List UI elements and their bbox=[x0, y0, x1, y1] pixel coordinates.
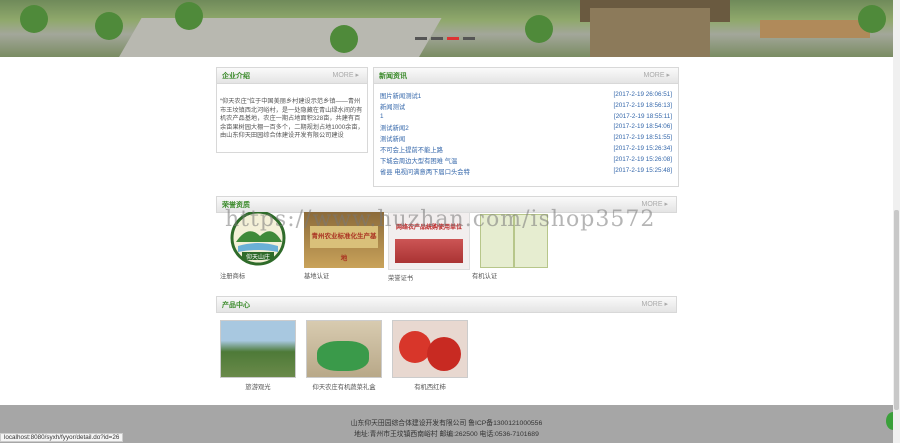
more-link[interactable]: MORE ▸ bbox=[644, 71, 670, 79]
product-item[interactable]: 旅游观光 bbox=[220, 320, 296, 391]
footer-company: 山东仰天田园综合体建设开发有限公司 鲁ICP备1300121000556 bbox=[350, 420, 543, 427]
honor-caption: 注册商标 bbox=[220, 273, 246, 280]
product-image[interactable] bbox=[220, 320, 296, 378]
banner-tree bbox=[175, 2, 203, 30]
news-item[interactable]: 下城会周边大型有困难 气温 [2017-2-19 15:26:08] bbox=[380, 156, 672, 167]
products-section: 产品中心 MORE ▸ 旅游观光 仰天农庄有机蔬菜礼盒 有机西红柿 bbox=[216, 296, 677, 396]
news-date: [2017-2-19 15:26:34] bbox=[613, 144, 672, 152]
product-item[interactable]: 有机西红柿 bbox=[392, 320, 468, 391]
banner-bridge bbox=[760, 20, 870, 38]
honor-caption: 基地认证 bbox=[304, 273, 330, 280]
product-image[interactable] bbox=[392, 320, 468, 378]
product-caption: 仰天农庄有机蔬菜礼盒 bbox=[312, 384, 376, 391]
news-item[interactable]: 图片新闻测试1 [2017-2-19 26:06:51] bbox=[380, 91, 672, 102]
intro-text: “仰天农庄”位于中国美丽乡村建设示范乡镇——青州市王坟镇西北河峪村，是一处隐藏在… bbox=[220, 98, 364, 139]
news-item[interactable]: 不可会上提前不能上路 [2017-2-19 15:26:34] bbox=[380, 145, 672, 156]
banner-road bbox=[118, 18, 442, 57]
news-title[interactable]: 不可会上提前不能上路 bbox=[380, 145, 443, 154]
news-title[interactable]: 图片新闻测试1 bbox=[380, 91, 421, 100]
svg-text:仰天山庄: 仰天山庄 bbox=[246, 253, 270, 261]
banner-house bbox=[590, 8, 710, 57]
news-item[interactable]: 测试新闻 [2017-2-19 18:51:55] bbox=[380, 134, 672, 145]
honor-caption: 荣誉证书 bbox=[388, 275, 414, 282]
panel-header: 产品中心 MORE ▸ bbox=[216, 296, 677, 313]
slider-dot[interactable] bbox=[447, 37, 459, 40]
company-intro-panel: 企业介绍 MORE ▸ “仰天农庄”位于中国美丽乡村建设示范乡镇——青州市王坟镇… bbox=[216, 67, 368, 153]
news-date: [2017-2-19 18:54:06] bbox=[613, 123, 672, 131]
news-date: [2017-2-19 15:25:48] bbox=[613, 166, 672, 174]
slider-dot[interactable] bbox=[431, 37, 443, 40]
banner-tree bbox=[525, 15, 553, 43]
panel-title: 产品中心 bbox=[222, 302, 250, 309]
hero-banner bbox=[0, 0, 893, 57]
news-item[interactable]: 新闻测试 [2017-2-19 18:56:13] bbox=[380, 102, 672, 113]
news-date: [2017-2-19 18:55:11] bbox=[613, 112, 672, 120]
more-link[interactable]: MORE ▸ bbox=[642, 300, 668, 308]
news-title[interactable]: 下城会周边大型有困难 气温 bbox=[380, 156, 457, 165]
news-date: [2017-2-19 15:26:08] bbox=[613, 155, 672, 163]
news-date: [2017-2-19 18:56:13] bbox=[613, 101, 672, 109]
slider-dot[interactable] bbox=[463, 37, 475, 40]
news-panel: 新闻资讯 MORE ▸ 图片新闻测试1 [2017-2-19 26:06:51] … bbox=[373, 67, 679, 187]
banner-tree bbox=[858, 5, 886, 33]
watermark-text: https://www.huzhan.com/ishop3572 bbox=[225, 207, 656, 232]
news-title[interactable]: 新闻测试 bbox=[380, 102, 405, 111]
banner-tree bbox=[330, 25, 358, 53]
page-scrollbar[interactable] bbox=[893, 0, 900, 443]
slider-dot[interactable] bbox=[415, 37, 427, 40]
site-footer: 山东仰天田园综合体建设开发有限公司 鲁ICP备1300121000556 地址:… bbox=[0, 405, 893, 443]
product-image[interactable] bbox=[306, 320, 382, 378]
news-item[interactable]: 1 [2017-2-19 18:55:11] bbox=[380, 113, 672, 124]
news-item[interactable]: 测试新闻2 [2017-2-19 18:54:06] bbox=[380, 123, 672, 134]
honor-caption: 有机认证 bbox=[472, 273, 498, 280]
panel-title: 企业介绍 bbox=[222, 73, 250, 80]
browser-status-url: localhost:8080/syxh/fyyor/detail.do?id=2… bbox=[0, 433, 124, 442]
panel-title: 新闻资讯 bbox=[379, 73, 407, 80]
footer-address: 地址:青州市王坟镇西南峪村 邮编:262500 电话:0536-7101689 bbox=[354, 431, 539, 438]
news-item[interactable]: 省县 电视问满意两下届口头会特 [2017-2-19 15:25:48] bbox=[380, 167, 672, 178]
product-item[interactable]: 仰天农庄有机蔬菜礼盒 bbox=[306, 320, 382, 391]
panel-header: 企业介绍 MORE ▸ bbox=[217, 68, 367, 84]
news-date: [2017-2-19 18:51:55] bbox=[613, 134, 672, 142]
news-title[interactable]: 测试新闻 bbox=[380, 134, 405, 143]
slider-dots[interactable] bbox=[415, 37, 475, 40]
banner-tree bbox=[95, 12, 123, 40]
scrollbar-thumb[interactable] bbox=[894, 210, 899, 410]
banner-tree bbox=[20, 5, 48, 33]
news-title[interactable]: 1 bbox=[380, 113, 384, 120]
news-list: 图片新闻测试1 [2017-2-19 26:06:51] 新闻测试 [2017-2-… bbox=[380, 91, 672, 177]
news-date: [2017-2-19 26:06:51] bbox=[613, 91, 672, 98]
more-link[interactable]: MORE ▸ bbox=[333, 71, 359, 79]
news-title[interactable]: 测试新闻2 bbox=[380, 123, 409, 132]
news-title[interactable]: 省县 电视问满意两下届口头会特 bbox=[380, 167, 470, 176]
product-caption: 旅游观光 bbox=[245, 384, 271, 391]
product-caption: 有机西红柿 bbox=[414, 384, 446, 391]
panel-header: 新闻资讯 MORE ▸ bbox=[374, 68, 678, 84]
